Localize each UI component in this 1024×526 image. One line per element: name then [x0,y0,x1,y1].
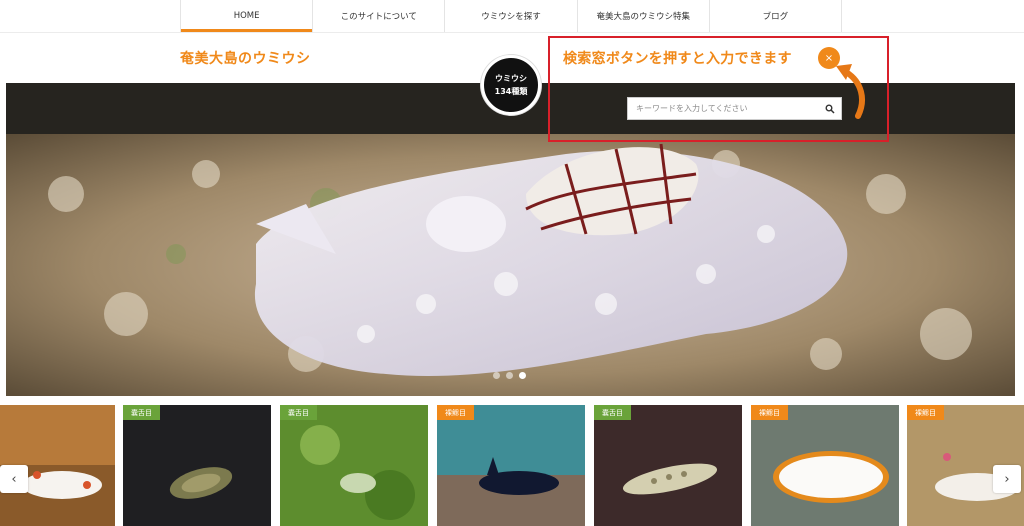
nav-item-blog[interactable]: ブログ [710,0,843,32]
thumbnail-card[interactable]: 裸鰓目 [751,405,899,526]
count-value: 134種類 [494,87,528,96]
strip-next-button[interactable]: › [993,465,1021,493]
nav-item-label: ウミウシを探す [481,12,541,22]
category-badge: 裸鰓目 [907,405,944,420]
thumbnail-image [123,405,271,526]
thumbnail-card[interactable]: 嚢舌目 [594,405,742,526]
annotation-text: 検索窓ボタンを押すと入力できます [563,51,792,67]
global-nav: HOME このサイトについて ウミウシを探す 奄美大島のウミウシ特集 ブログ [180,0,843,32]
thumbnail-card[interactable]: 嚢舌目 [280,405,428,526]
chevron-left-icon: ‹ [11,471,17,487]
nav-divider [0,32,1024,33]
count-label: ウミウシ [495,74,527,83]
hero-image [6,134,1015,396]
curved-arrow-icon [836,64,865,119]
nav-item-label: HOME [233,11,260,21]
nav-item-label: このサイトについて [340,12,417,22]
category-badge: 嚢舌目 [280,405,317,420]
category-badge: 嚢舌目 [594,405,631,420]
nav-item-home[interactable]: HOME [181,0,314,32]
slider-dot[interactable] [493,372,500,379]
thumbnail-card[interactable]: 嚢舌目 [123,405,271,526]
nav-item-search[interactable]: ウミウシを探す [445,0,578,32]
thumbnail-card[interactable]: 裸鰓目 [437,405,585,526]
slider-dot-active[interactable] [519,372,526,379]
chevron-right-icon: › [1004,471,1010,487]
thumbnail-strip: 嚢舌目 嚢舌目 裸鰓目 嚢舌目 裸鰓目 裸鰓目 [0,405,1024,526]
site-title[interactable]: 奄美大島のウミウシ [180,48,311,68]
slider-dot[interactable] [506,372,513,379]
strip-prev-button[interactable]: ‹ [0,465,28,493]
category-badge: 嚢舌目 [123,405,160,420]
thumbnail-image [594,405,742,526]
nav-item-label: 奄美大島のウミウシ特集 [596,12,690,22]
nav-item-feature[interactable]: 奄美大島のウミウシ特集 [578,0,710,32]
nav-item-about[interactable]: このサイトについて [313,0,446,32]
hero-slider[interactable] [6,134,1015,396]
thumbnail-image [751,405,899,526]
slider-dots [493,372,526,379]
nav-item-label: ブログ [762,12,789,22]
page: HOME このサイトについて ウミウシを探す 奄美大島のウミウシ特集 ブログ 奄… [0,0,1024,526]
category-badge: 裸鰓目 [437,405,474,420]
category-badge: 裸鰓目 [751,405,788,420]
species-count-badge: ウミウシ 134種類 [481,55,541,115]
thumbnail-image [437,405,585,526]
thumbnail-image [280,405,428,526]
